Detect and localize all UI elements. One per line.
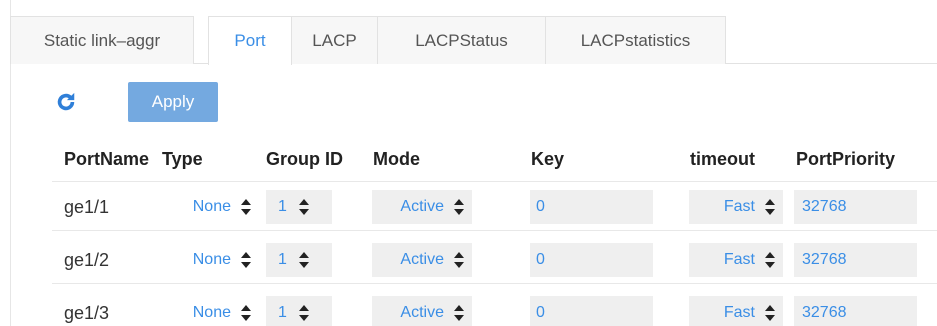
select-arrows-icon xyxy=(298,199,309,215)
group-id-select[interactable]: 1 xyxy=(266,190,332,224)
type-select[interactable]: None xyxy=(159,190,259,224)
type-select[interactable]: None xyxy=(159,243,259,277)
timeout-value: Fast xyxy=(723,251,755,268)
refresh-icon[interactable] xyxy=(54,90,78,114)
tab-lacp[interactable]: LACP xyxy=(292,16,378,64)
key-input[interactable] xyxy=(530,296,653,326)
mode-value: Active xyxy=(400,304,444,321)
key-input[interactable] xyxy=(530,243,653,277)
tab-static-link-aggr[interactable]: Static link–aggr xyxy=(10,16,194,64)
column-header-port-priority: PortPriority xyxy=(796,149,896,169)
column-header-type: Type xyxy=(162,149,203,169)
toolbar: Apply xyxy=(54,82,218,122)
column-header-mode: Mode xyxy=(373,149,420,169)
group-id-select[interactable]: 1 xyxy=(266,296,332,326)
select-arrows-icon xyxy=(241,199,251,215)
select-arrows-icon xyxy=(298,252,309,268)
select-arrows-icon xyxy=(241,305,251,321)
table-row: ge1/2 None 1 Active Fast xyxy=(52,236,937,284)
select-arrows-icon xyxy=(454,252,464,268)
tab-gap xyxy=(194,16,208,63)
tab-bar: Static link–aggr Port LACP LACPStatus LA… xyxy=(10,16,937,65)
column-header-timeout: timeout xyxy=(690,149,755,169)
select-arrows-icon xyxy=(241,252,251,268)
timeout-select[interactable]: Fast xyxy=(689,296,783,326)
select-arrows-icon xyxy=(454,199,464,215)
timeout-select[interactable]: Fast xyxy=(689,243,783,277)
select-arrows-icon xyxy=(765,199,775,215)
timeout-select[interactable]: Fast xyxy=(689,190,783,224)
select-arrows-icon xyxy=(298,305,309,321)
table-row: ge1/1 None 1 Active Fast xyxy=(52,183,937,231)
column-header-key: Key xyxy=(531,149,565,169)
port-name: ge1/2 xyxy=(64,250,110,270)
timeout-value: Fast xyxy=(723,198,755,215)
table-row: ge1/3 None 1 Active Fast xyxy=(52,289,937,326)
mode-select[interactable]: Active xyxy=(372,296,472,326)
mode-value: Active xyxy=(400,251,444,268)
type-select[interactable]: None xyxy=(159,296,259,326)
column-header-portname: PortName xyxy=(64,149,150,169)
port-priority-input[interactable] xyxy=(794,190,917,224)
mode-select[interactable]: Active xyxy=(372,190,472,224)
key-input[interactable] xyxy=(530,190,653,224)
group-id-value: 1 xyxy=(278,251,287,268)
group-id-select[interactable]: 1 xyxy=(266,243,332,277)
select-arrows-icon xyxy=(765,305,775,321)
port-name: ge1/3 xyxy=(64,303,110,323)
mode-select[interactable]: Active xyxy=(372,243,472,277)
tab-lacp-status[interactable]: LACPStatus xyxy=(378,16,546,64)
table-header: PortName Type Group ID Mode Key timeout … xyxy=(52,138,937,182)
group-id-value: 1 xyxy=(278,198,287,215)
apply-button[interactable]: Apply xyxy=(128,82,218,122)
tab-lacp-statistics[interactable]: LACPstatistics xyxy=(546,16,726,64)
port-name: ge1/1 xyxy=(64,197,110,217)
port-priority-input[interactable] xyxy=(794,296,917,326)
tab-port[interactable]: Port xyxy=(208,16,292,65)
timeout-value: Fast xyxy=(723,304,755,321)
select-arrows-icon xyxy=(765,252,775,268)
column-header-group-id: Group ID xyxy=(266,149,343,169)
port-priority-input[interactable] xyxy=(794,243,917,277)
group-id-value: 1 xyxy=(278,304,287,321)
type-value: None xyxy=(192,198,231,215)
type-value: None xyxy=(192,304,231,321)
type-value: None xyxy=(192,251,231,268)
mode-value: Active xyxy=(400,198,444,215)
select-arrows-icon xyxy=(454,305,464,321)
